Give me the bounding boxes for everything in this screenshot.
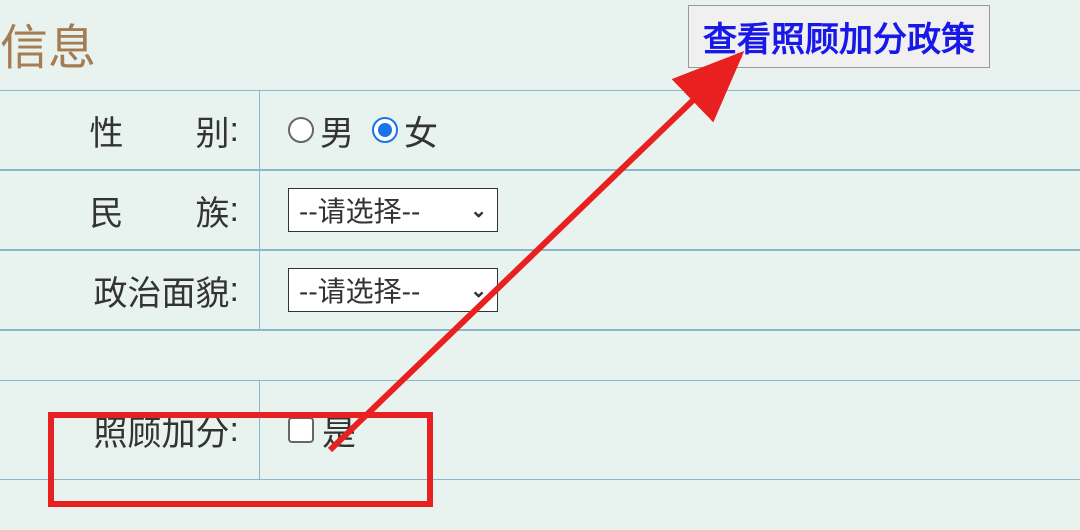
row-gender: 性 别 : 男 女 xyxy=(0,90,1080,170)
value-gender: 男 女 xyxy=(260,91,438,169)
political-select[interactable]: --请选择-- ⌄ xyxy=(288,268,498,312)
radio-icon-checked xyxy=(372,117,398,143)
ethnicity-select[interactable]: --请选择-- ⌄ xyxy=(288,188,498,232)
row-bonus: 照顾加分 : 是 xyxy=(0,380,1080,480)
value-bonus: 是 xyxy=(260,381,356,479)
form-table: 性 别 : 男 女 民 族 : xyxy=(0,90,1080,480)
radio-male[interactable]: 男 xyxy=(288,106,354,155)
value-political: --请选择-- ⌄ xyxy=(260,251,498,329)
bonus-checkbox-wrap[interactable]: 是 xyxy=(288,406,356,455)
label-political: 政治面貌 : xyxy=(0,251,260,329)
label-gender: 性 别 : xyxy=(0,91,260,169)
label-ethnicity: 民 族 : xyxy=(0,171,260,249)
checkbox-label-yes: 是 xyxy=(322,406,356,455)
view-bonus-policy-button[interactable]: 查看照顾加分政策 xyxy=(688,5,990,68)
chevron-down-icon: ⌄ xyxy=(470,198,487,223)
label-bonus: 照顾加分 : xyxy=(0,381,260,479)
radio-label-male: 男 xyxy=(320,106,354,155)
radio-icon xyxy=(288,117,314,143)
checkbox-icon xyxy=(288,417,314,443)
value-ethnicity: --请选择-- ⌄ xyxy=(260,171,498,249)
spacer-row xyxy=(0,330,1080,380)
row-ethnicity: 民 族 : --请选择-- ⌄ xyxy=(0,170,1080,250)
row-political: 政治面貌 : --请选择-- ⌄ xyxy=(0,250,1080,330)
chevron-down-icon: ⌄ xyxy=(470,278,487,303)
select-placeholder: --请选择-- xyxy=(299,190,420,230)
radio-female[interactable]: 女 xyxy=(372,106,438,155)
radio-label-female: 女 xyxy=(404,106,438,155)
select-placeholder: --请选择-- xyxy=(299,270,420,310)
